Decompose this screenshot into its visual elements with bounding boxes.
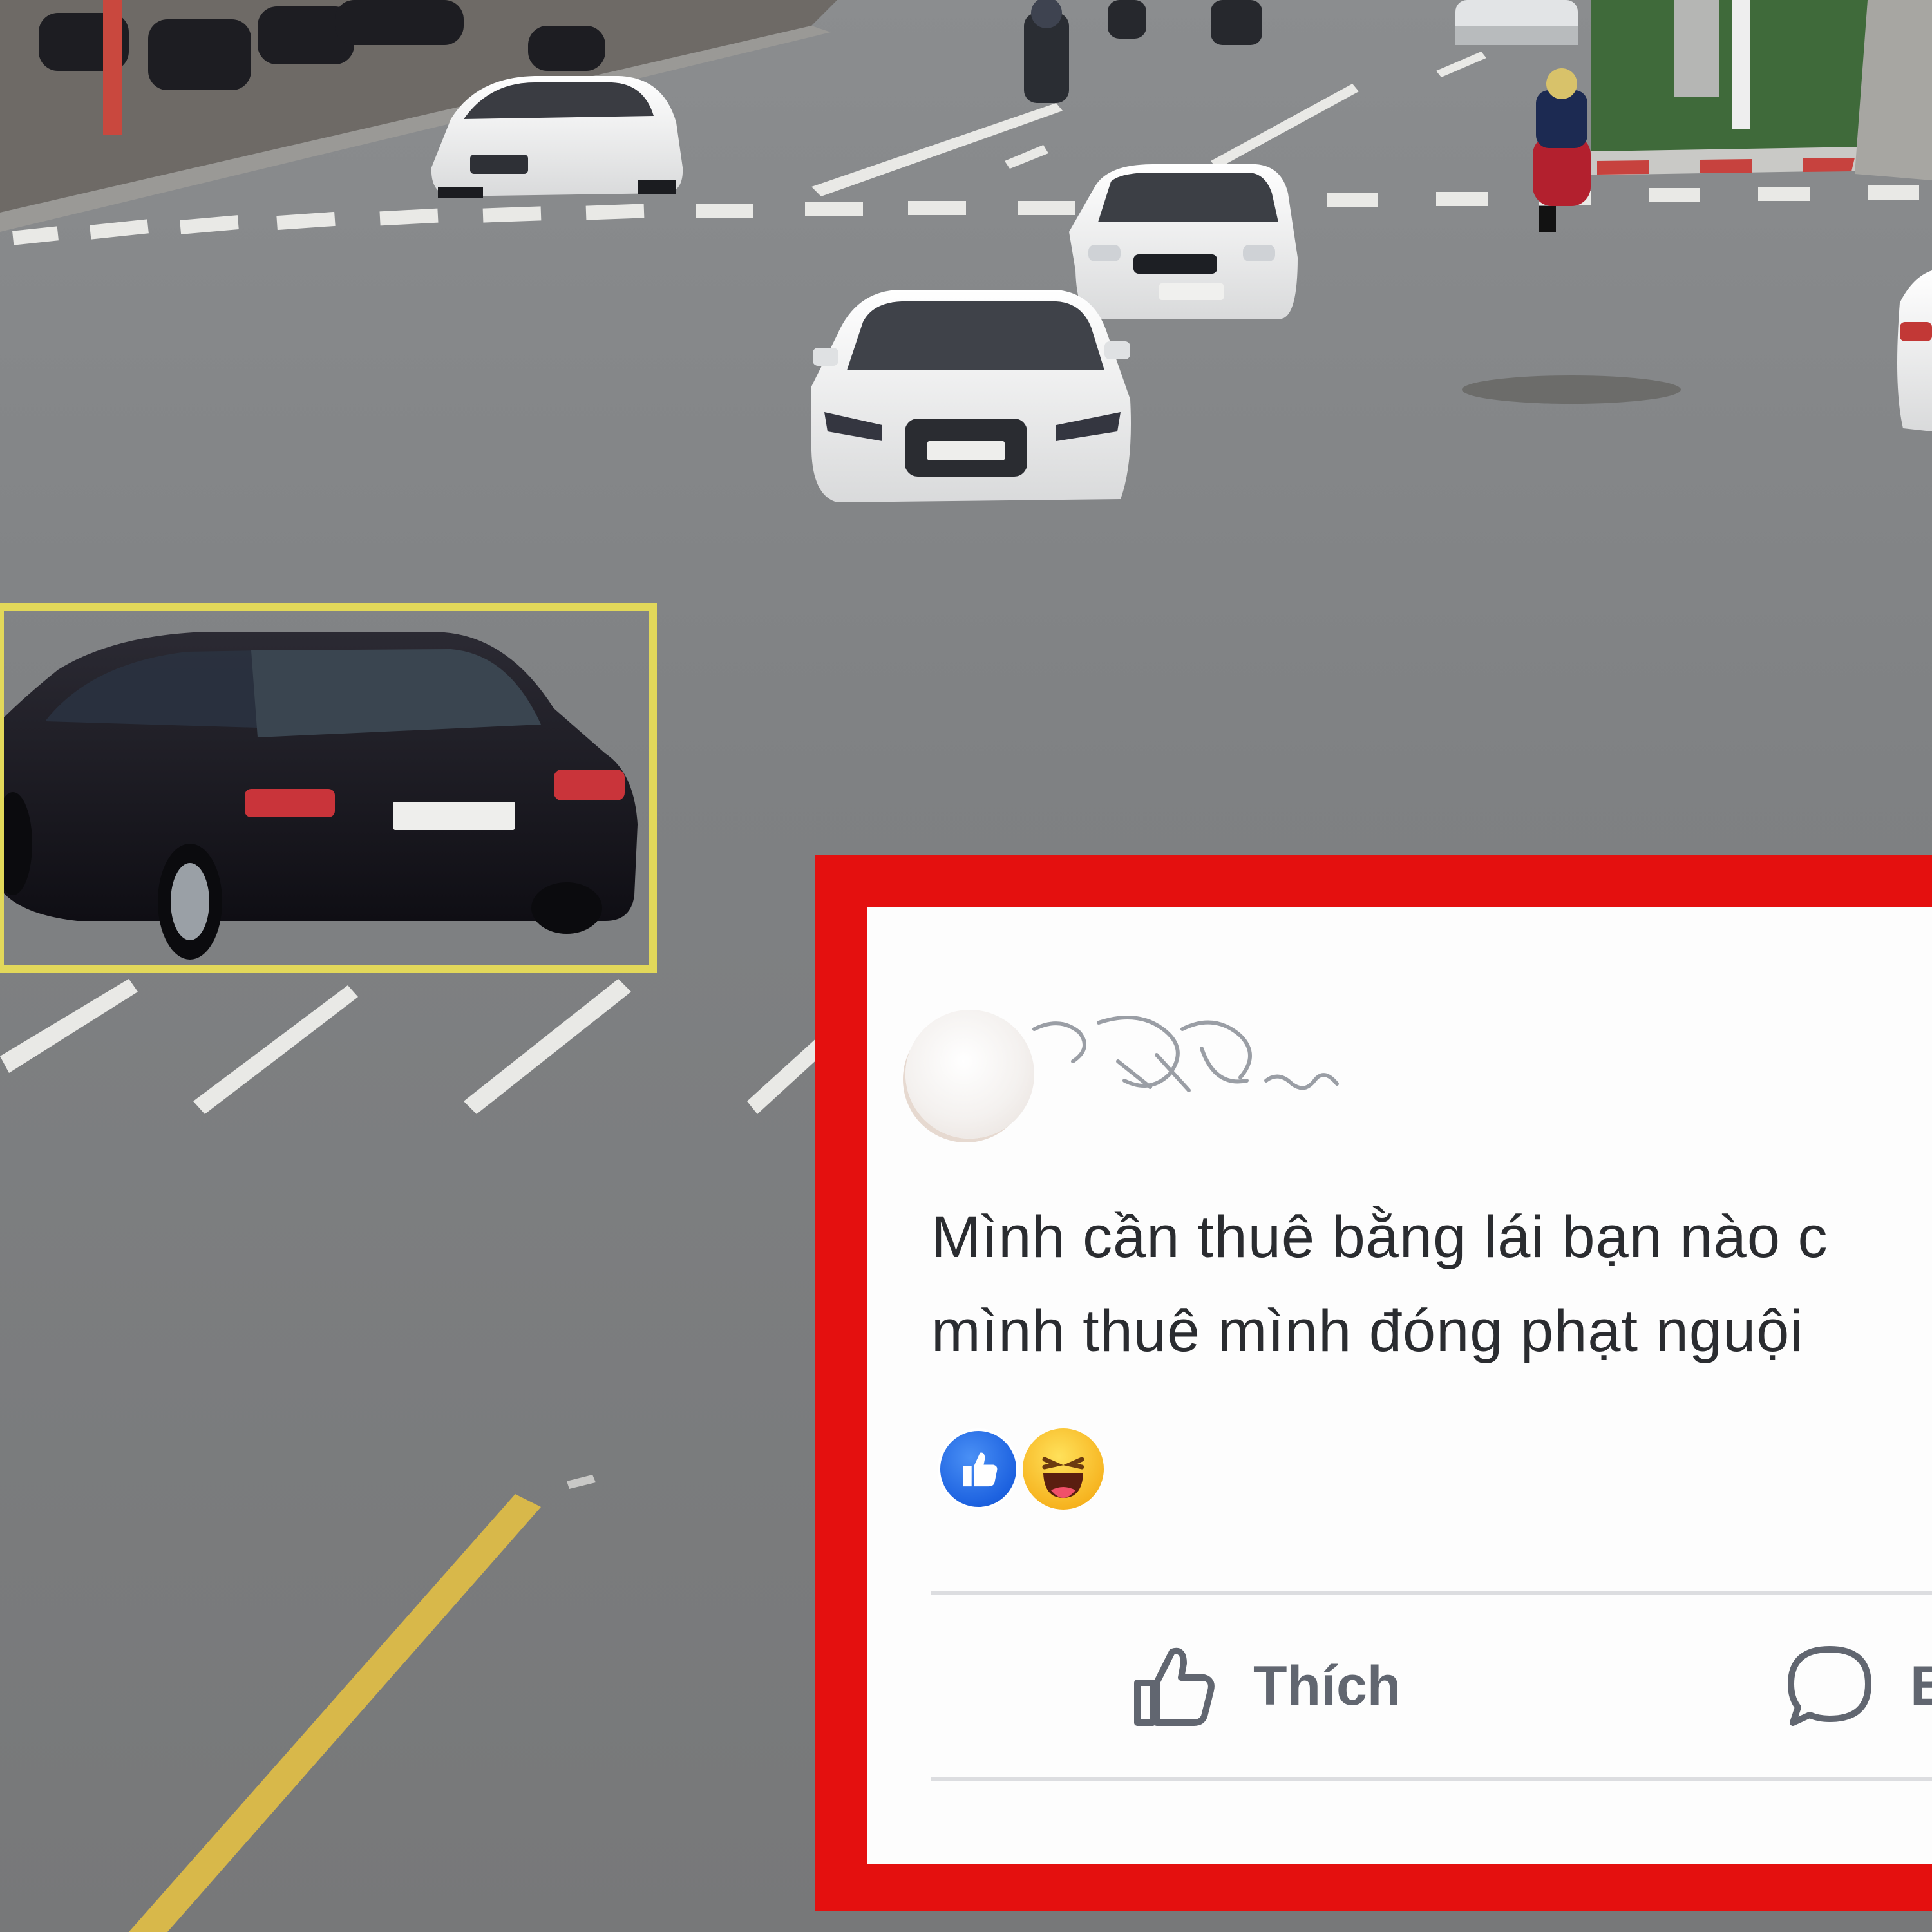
comment-bubble-icon — [1788, 1646, 1871, 1726]
post-text-line-1: Mình cần thuê bằng lái bạn nào c — [931, 1204, 1828, 1270]
like-reaction-icon — [938, 1428, 1019, 1510]
redacted-username-scribble — [1032, 1016, 1339, 1092]
white-sedan-audi — [811, 290, 1131, 502]
post-text: Mình cần thuê bằng lái bạn nào c mình th… — [931, 1190, 1932, 1378]
divider-bottom — [931, 1777, 1932, 1781]
road-median — [1591, 0, 1932, 180]
post-card: Mình cần thuê bằng lái bạn nào c mình th… — [867, 907, 1932, 1864]
thumbs-up-icon — [1134, 1647, 1215, 1726]
facebook-post-screenshot: Mình cần thuê bằng lái bạn nào c mình th… — [815, 855, 1932, 1911]
user-avatar — [905, 1010, 1034, 1139]
post-text-line-2: mình thuê mình đóng phạt nguội — [931, 1298, 1804, 1364]
road-patch — [1462, 375, 1681, 404]
like-button-label: Thích — [1253, 1654, 1401, 1717]
haha-reaction-icon — [1023, 1428, 1104, 1510]
far-car-top — [1455, 0, 1578, 45]
like-button[interactable]: Thích — [1124, 1622, 1401, 1750]
comment-button-label: B — [1910, 1654, 1932, 1717]
white-hatchback-center — [1069, 164, 1298, 319]
reaction-summary[interactable] — [938, 1428, 1131, 1519]
divider-top — [931, 1591, 1932, 1595]
comment-button[interactable]: B — [1781, 1622, 1932, 1750]
